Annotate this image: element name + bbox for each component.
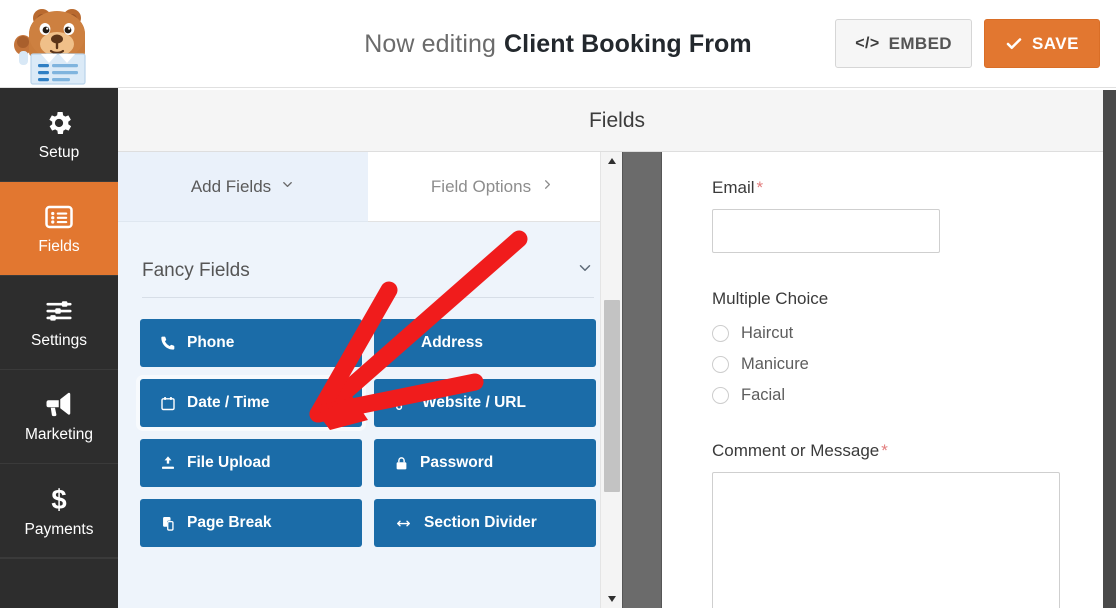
panel-title: Fields [118,90,1116,152]
phone-icon [160,335,176,351]
field-button-website-url[interactable]: Website / URL [374,379,596,427]
sidebar-item-label: Setup [38,144,80,162]
editing-prefix: Now editing [364,29,496,58]
sidebar-item-marketing[interactable]: Marketing [0,370,118,464]
form-name: Client Booking From [504,29,752,58]
editor-scrollbar[interactable] [600,152,622,608]
comment-label-text: Comment or Message [712,441,880,460]
field-button-label: Address [421,334,484,351]
sidebar-item-label: Payments [24,521,94,539]
embed-button-label: EMBED [888,33,952,53]
save-button[interactable]: SAVE [983,19,1100,68]
sidebar-item-label: Fields [38,238,80,256]
field-editor-panel: Add Fields Field Options Fancy Fields Ph… [118,152,618,608]
megaphone-icon [43,390,75,420]
fancy-fields-group-header[interactable]: Fancy Fields [142,258,594,298]
field-button-password[interactable]: Password [374,439,596,487]
field-button-label: Page Break [187,514,272,531]
save-button-label: SAVE [1031,33,1079,53]
top-bar: Now editing Client Booking From </> EMBE… [0,0,1116,88]
tab-field-options[interactable]: Field Options [368,152,618,222]
field-button-section-divider[interactable]: Section Divider [374,499,596,547]
tab-add-fields-label: Add Fields [190,176,272,196]
calendar-icon [160,395,176,412]
field-button-file-upload[interactable]: File Upload [140,439,362,487]
radio-option-label: Manicure [741,355,809,373]
check-icon [1005,35,1023,53]
radio-option-facial[interactable]: Facial [712,386,1051,405]
arrows-lr-icon [394,516,413,531]
sidebar-item-payments[interactable]: $ Payments [0,464,118,558]
gear-icon [44,108,74,138]
radio-button-icon[interactable] [712,356,729,373]
upload-icon [160,455,176,471]
radio-option-haircut[interactable]: Haircut [712,324,1051,343]
embed-button[interactable]: </> EMBED [835,19,972,68]
wpforms-bear-logo [8,2,104,86]
chevron-right-icon [540,177,555,197]
field-button-label: Phone [187,334,235,351]
panel-divider [622,152,662,608]
field-button-label: Section Divider [424,514,537,531]
right-edge-strip [1103,90,1116,608]
sidebar-item-setup[interactable]: Setup [0,88,118,182]
sidebar-item-settings[interactable]: Settings [0,276,118,370]
field-button-label: Password [420,454,494,471]
field-button-label: Date / Time [187,394,270,411]
wpforms-form-builder: Now editing Client Booking From </> EMBE… [0,0,1116,608]
dollar-icon: $ [44,483,74,515]
field-button-date-time[interactable]: Date / Time [140,379,362,427]
link-icon [394,395,411,412]
list-icon [44,202,74,232]
email-label: Email * [712,178,1051,198]
svg-text:$: $ [51,484,66,515]
preview-field-email: Email * [712,178,1051,253]
sidebar-filler [0,558,118,608]
comment-textarea[interactable] [712,472,1060,608]
map-pin-icon [394,335,410,351]
fancy-fields-grid: Phone Address Date / Time Website / URL … [140,319,596,547]
fancy-fields-title: Fancy Fields [142,259,250,281]
radio-button-icon[interactable] [712,325,729,342]
caret-down-icon[interactable] [601,590,623,608]
radio-button-icon[interactable] [712,387,729,404]
field-button-address[interactable]: Address [374,319,596,367]
code-icon: </> [855,34,880,52]
sidebar-item-label: Settings [30,332,87,350]
required-asterisk: * [881,441,888,460]
radio-option-label: Haircut [741,324,794,342]
sidebar-item-fields[interactable]: Fields [0,182,118,276]
field-button-label: Website / URL [422,394,526,411]
tab-field-options-label: Field Options [430,176,532,196]
sliders-icon [44,296,74,326]
field-button-page-break[interactable]: Page Break [140,499,362,547]
caret-up-icon[interactable] [601,152,623,170]
editor-tabs: Add Fields Field Options [118,152,618,222]
field-button-label: File Upload [187,454,271,471]
radio-option-manicure[interactable]: Manicure [712,355,1051,374]
sidebar-item-label: Marketing [24,426,94,444]
email-field[interactable] [712,209,940,253]
lock-icon [394,455,409,472]
comment-label: Comment or Message * [712,441,1051,461]
pages-icon [160,515,176,532]
chevron-down-icon[interactable] [576,259,594,282]
radio-option-label: Facial [741,386,786,404]
required-asterisk: * [756,178,764,197]
form-preview: Email * Multiple Choice Haircut Manicure … [662,152,1103,608]
email-label-text: Email [712,178,755,197]
field-button-phone[interactable]: Phone [140,319,362,367]
tab-add-fields[interactable]: Add Fields [118,152,368,222]
preview-field-multiple-choice: Multiple Choice Haircut Manicure Facial [712,289,1051,405]
multiple-choice-label: Multiple Choice [712,289,829,308]
chevron-down-icon [280,177,295,197]
scrollbar-thumb[interactable] [604,300,620,492]
builder-sidebar: Setup Fields Settings Marketing $ Paymen… [0,88,118,608]
preview-field-comment: Comment or Message * [712,441,1060,608]
